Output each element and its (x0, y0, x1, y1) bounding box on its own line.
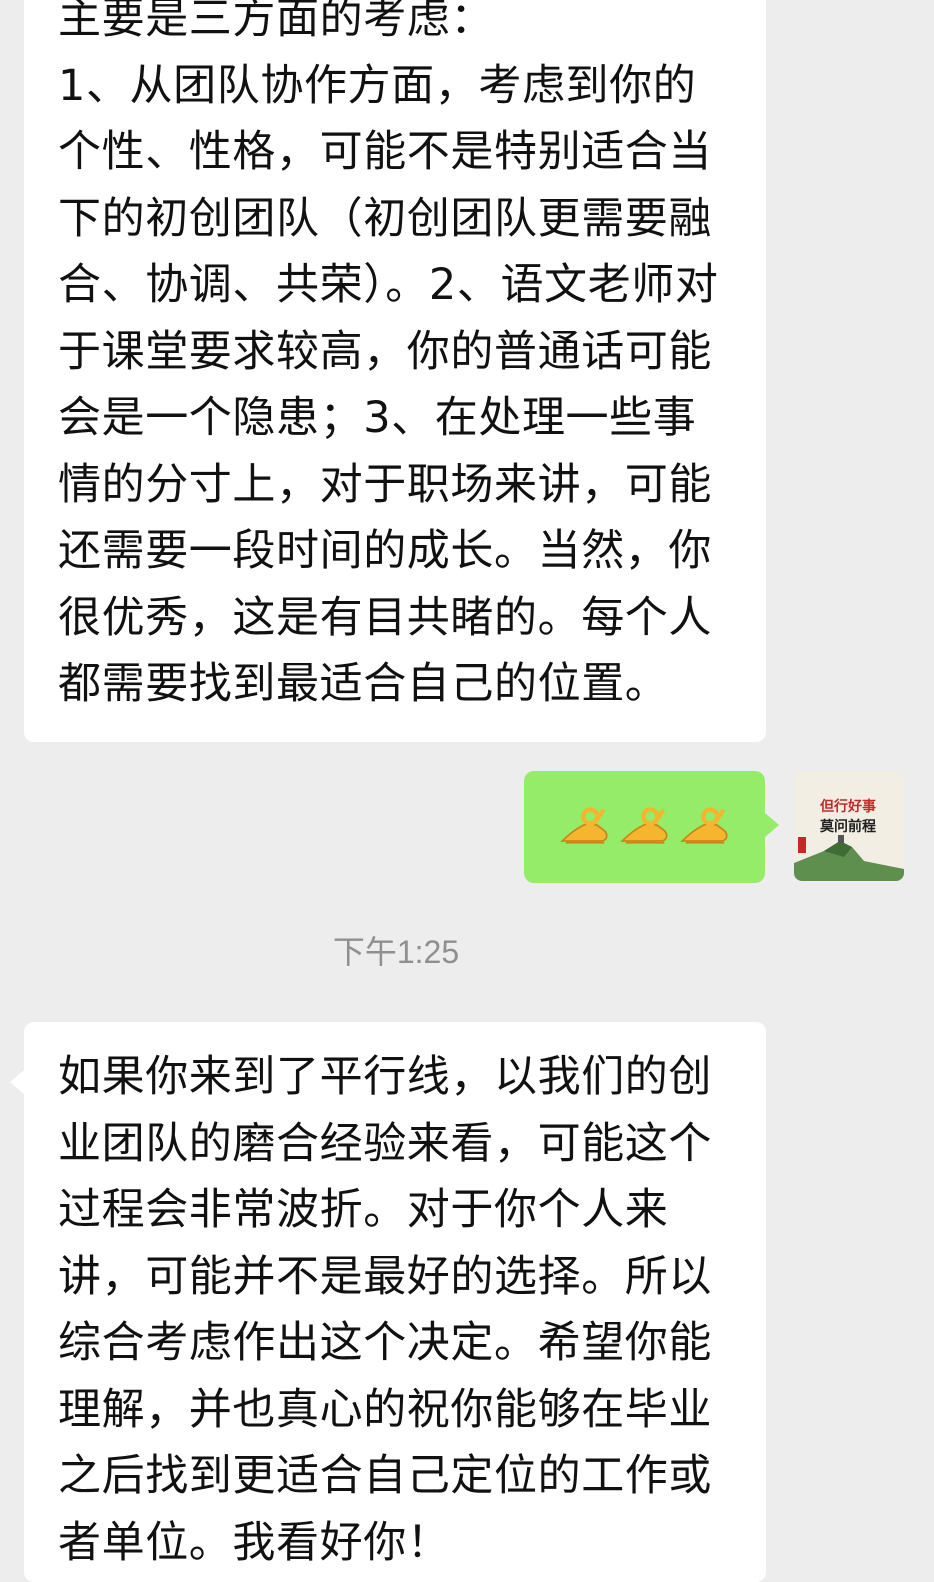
avatar-text-line1: 但行好事 (819, 798, 876, 815)
outgoing-message-bubble[interactable] (524, 771, 779, 883)
message-text: 主要是三方面的考虑： 1、从团队协作方面，考虑到你的个性、性格，可能不是特别适合… (58, 0, 719, 709)
incoming-message-bubble[interactable]: 主要是三方面的考虑： 1、从团队协作方面，考虑到你的个性、性格，可能不是特别适合… (24, 0, 766, 742)
message-text: 如果你来到了平行线，以我们的创业团队的磨合经验来看，可能这个过程会非常波折。对于… (58, 1052, 712, 1568)
ok-hand-emoji-icon (559, 807, 608, 844)
chat-area: 主要是三方面的考虑： 1、从团队协作方面，考虑到你的个性、性格，可能不是特别适合… (0, 0, 934, 1582)
ok-hand-emoji-icon (619, 807, 668, 844)
landscape-avatar-icon: 但行好事 莫问前程 (794, 771, 904, 881)
message-timestamp: 下午1:25 (332, 934, 460, 970)
emoji-row (557, 799, 733, 855)
incoming-message-bubble[interactable]: 如果你来到了平行线，以我们的创业团队的磨合经验来看，可能这个过程会非常波折。对于… (10, 1022, 766, 1582)
avatar-text-line2: 莫问前程 (819, 818, 876, 835)
avatar[interactable]: 但行好事 莫问前程 (794, 771, 904, 881)
ok-hand-emoji-icon (679, 807, 728, 844)
